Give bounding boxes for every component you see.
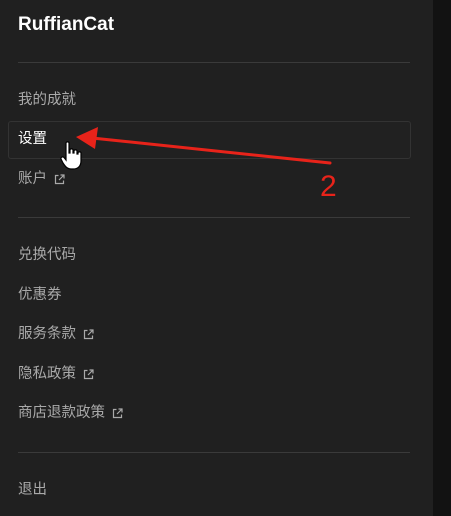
menu-item-label: 账户 xyxy=(18,171,47,187)
external-link-icon xyxy=(83,328,94,340)
account-menu-panel: RuffianCat 我的成就 设置 账户 兑换代码 优惠券 服务条款 隐私政策… xyxy=(0,0,433,516)
menu-item-label: 商店退款政策 xyxy=(18,405,105,421)
external-link-icon xyxy=(112,407,123,419)
menu-item-store-refund-policy[interactable]: 商店退款政策 xyxy=(18,403,123,423)
menu-item-label: 兑换代码 xyxy=(18,247,76,263)
menu-item-label: 退出 xyxy=(18,482,47,498)
menu-item-label: 设置 xyxy=(18,131,47,147)
username-title: RuffianCat xyxy=(18,14,115,35)
menu-item-label: 服务条款 xyxy=(18,326,76,342)
divider xyxy=(18,452,410,453)
menu-item-terms-of-service[interactable]: 服务条款 xyxy=(18,324,94,344)
external-link-icon xyxy=(83,368,94,380)
annotation-step-number: 2 xyxy=(320,170,337,203)
external-link-icon xyxy=(54,173,65,185)
hand-pointer-icon xyxy=(60,141,82,170)
menu-item-achievements[interactable]: 我的成就 xyxy=(18,90,76,110)
menu-item-label: 我的成就 xyxy=(18,92,76,108)
menu-item-label: 优惠券 xyxy=(18,287,62,303)
menu-item-coupons[interactable]: 优惠券 xyxy=(18,285,62,305)
menu-item-privacy-policy[interactable]: 隐私政策 xyxy=(18,364,94,384)
menu-item-sign-out[interactable]: 退出 xyxy=(18,480,47,500)
menu-item-settings[interactable]: 设置 xyxy=(18,129,47,149)
divider xyxy=(18,217,410,218)
divider xyxy=(18,62,410,63)
menu-item-account[interactable]: 账户 xyxy=(18,169,65,189)
menu-item-label: 隐私政策 xyxy=(18,366,76,382)
menu-item-redeem-code[interactable]: 兑换代码 xyxy=(18,245,76,265)
